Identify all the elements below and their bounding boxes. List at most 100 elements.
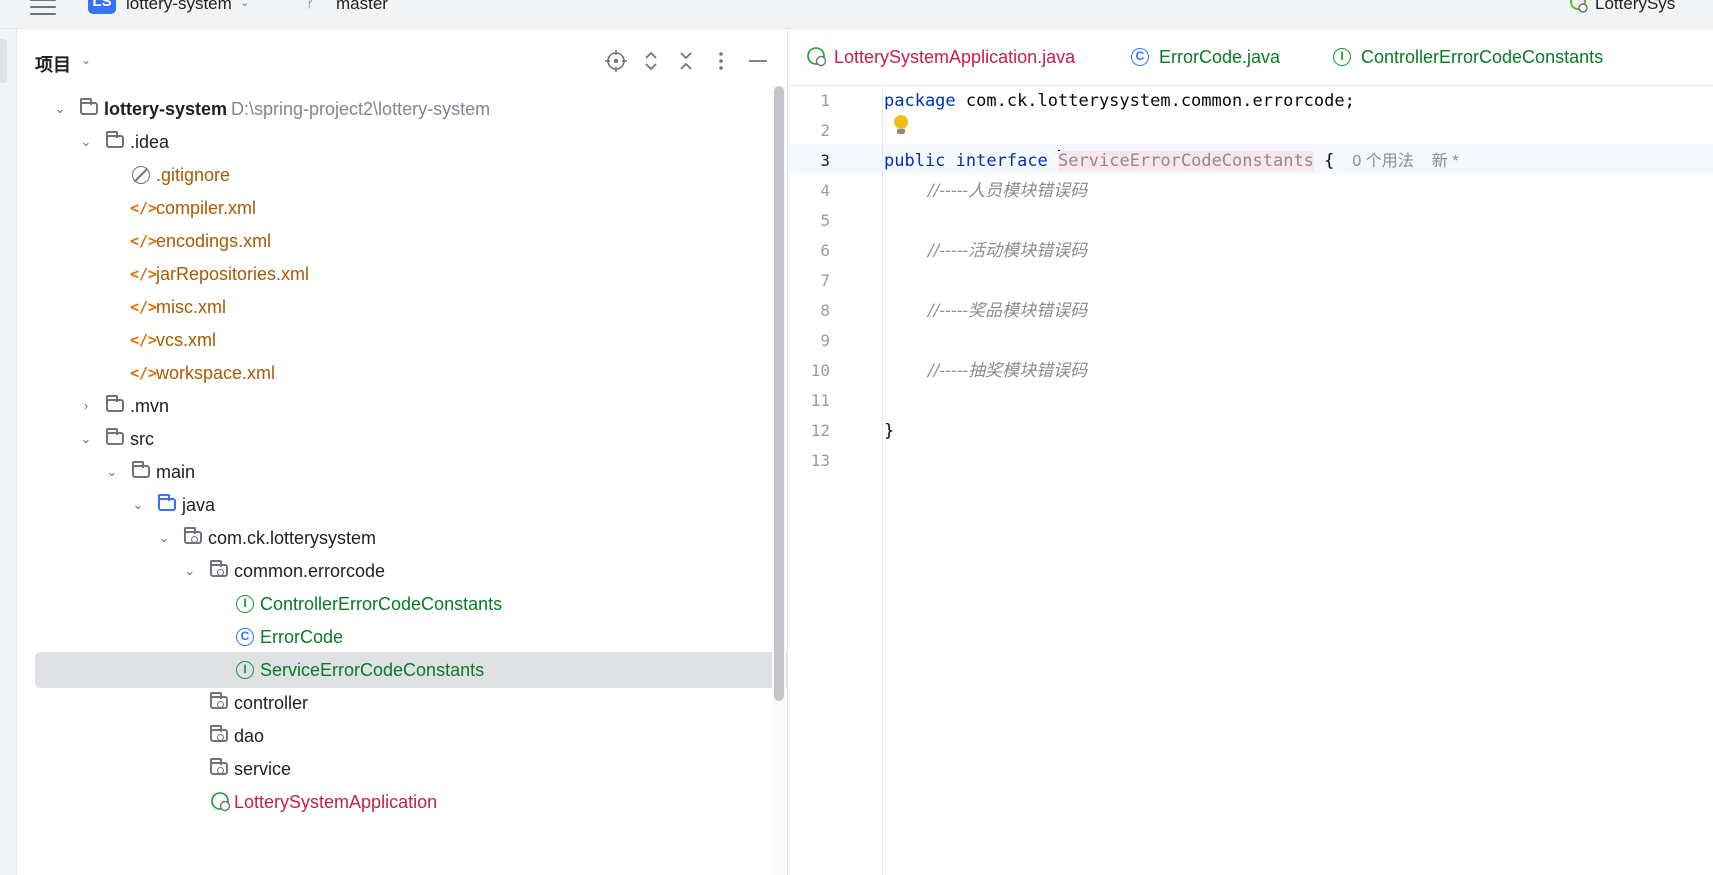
chevron-down-icon[interactable]: ⌄ bbox=[78, 421, 94, 457]
tab-label: ErrorCode.java bbox=[1159, 47, 1281, 67]
line-number: 4 bbox=[820, 181, 830, 200]
tree-item-label: main bbox=[156, 462, 196, 482]
package-icon bbox=[210, 725, 228, 742]
folder-icon bbox=[106, 428, 124, 445]
xml-file-icon: </> bbox=[130, 265, 158, 283]
chevron-down-icon[interactable]: ⌄ bbox=[81, 53, 91, 67]
tree-item-compiler-xml[interactable]: </> compiler.xml bbox=[34, 190, 860, 226]
chevron-down-icon[interactable]: ⌄ bbox=[52, 91, 68, 127]
more-options-icon[interactable] bbox=[707, 47, 735, 75]
editor-tabs: LotterySystemApplication.java C ErrorCod… bbox=[788, 29, 1713, 86]
tree-item-label: dao bbox=[234, 726, 265, 746]
package-icon bbox=[210, 692, 228, 709]
line-number-gutter[interactable]: 1 2 3 4 5 6 7 8 9 10 11 12 13 bbox=[788, 86, 883, 875]
panel-title[interactable]: 项目 bbox=[35, 51, 71, 77]
tree-item-label: com.ck.lotterysystem bbox=[208, 528, 377, 548]
code-line-1[interactable]: package com.ck.lotterysystem.common.erro… bbox=[884, 86, 1355, 116]
tree-item-root[interactable]: ⌄ lottery-system D:\spring-project2\lott… bbox=[34, 91, 860, 127]
chevron-down-icon[interactable]: ⌄ bbox=[372, 0, 381, 9]
code-text: { bbox=[1313, 151, 1335, 171]
tree-item-label: misc.xml bbox=[156, 297, 226, 317]
code-line-6[interactable]: //-----活动模块错误码 bbox=[928, 236, 1087, 266]
tree-item-package[interactable]: ⌄ com.ck.lotterysystem bbox=[34, 520, 860, 556]
code-line-4[interactable]: //-----人员模块错误码 bbox=[928, 176, 1087, 206]
scrollbar-thumb[interactable] bbox=[774, 86, 784, 701]
package-icon bbox=[210, 758, 228, 775]
tree-item-label: ServiceErrorCodeConstants bbox=[260, 660, 485, 680]
tree-item-label: controller bbox=[234, 693, 309, 713]
chevron-right-icon[interactable]: › bbox=[78, 388, 94, 424]
tree-item-encodings-xml[interactable]: </> encodings.xml bbox=[34, 223, 860, 259]
tree-item-src[interactable]: ⌄ src bbox=[34, 421, 860, 457]
code-line-3[interactable]: public interface ServiceErrorCodeConstan… bbox=[884, 146, 1458, 176]
project-name[interactable]: lottery-system bbox=[126, 0, 232, 14]
usages-hint[interactable]: 0 个用法 bbox=[1352, 153, 1413, 170]
chevron-down-icon[interactable]: ⌄ bbox=[240, 0, 249, 9]
chevron-down-icon[interactable]: ⌄ bbox=[182, 553, 198, 589]
tool-window-strip bbox=[0, 29, 17, 875]
xml-file-icon: </> bbox=[130, 232, 158, 250]
project-tool-tab[interactable] bbox=[0, 39, 7, 83]
class-icon: C bbox=[1131, 48, 1149, 66]
tree-item-controller[interactable]: controller bbox=[34, 685, 860, 721]
xml-file-icon: </> bbox=[130, 298, 158, 316]
tree-item-error-code[interactable]: C ErrorCode bbox=[34, 619, 860, 655]
chevron-down-icon[interactable]: ⌄ bbox=[78, 124, 94, 160]
tree-item-label: service bbox=[234, 759, 292, 779]
tree-item-errorcode-package[interactable]: ⌄ common.errorcode bbox=[34, 553, 860, 589]
branch-icon[interactable]: ᚹ bbox=[306, 0, 315, 11]
tree-item-label: compiler.xml bbox=[156, 198, 257, 218]
tree-item-dao[interactable]: dao bbox=[34, 718, 860, 754]
interface-name: ServiceErrorCodeConstants bbox=[1058, 151, 1314, 171]
author-hint[interactable]: 新 * bbox=[1432, 153, 1459, 170]
comment: //-----奖品模块错误码 bbox=[928, 301, 1088, 321]
tree-item-idea[interactable]: ⌄ .idea bbox=[34, 124, 860, 160]
tree-item-workspace-xml[interactable]: </> workspace.xml bbox=[34, 355, 860, 391]
class-icon: C bbox=[236, 628, 254, 646]
editor-area: LotterySystemApplication.java C ErrorCod… bbox=[788, 29, 1713, 875]
xml-file-icon: </> bbox=[130, 199, 158, 217]
tree-item-label: jarRepositories.xml bbox=[156, 264, 310, 284]
project-scrollbar[interactable] bbox=[772, 86, 786, 875]
tree-item-jarrepositories-xml[interactable]: </> jarRepositories.xml bbox=[34, 256, 860, 292]
collapse-all-icon[interactable] bbox=[672, 47, 700, 75]
project-badge[interactable]: LS bbox=[88, 0, 116, 14]
chevron-down-icon[interactable]: ⌄ bbox=[130, 487, 146, 523]
hide-panel-icon[interactable] bbox=[744, 47, 772, 75]
line-number: 10 bbox=[810, 361, 830, 380]
chevron-down-icon[interactable]: ⌄ bbox=[156, 520, 172, 556]
interface-icon: I bbox=[236, 595, 254, 613]
code-line-8[interactable]: //-----奖品模块错误码 bbox=[928, 296, 1087, 326]
locate-icon[interactable] bbox=[602, 47, 630, 75]
chevron-down-icon[interactable]: ⌄ bbox=[104, 454, 120, 490]
main-menu-icon[interactable] bbox=[30, 0, 56, 16]
line-number: 8 bbox=[820, 301, 830, 320]
code-line-10[interactable]: //-----抽奖模块错误码 bbox=[928, 356, 1087, 386]
folder-icon bbox=[106, 131, 124, 148]
run-configuration[interactable]: LotterySys bbox=[1595, 0, 1675, 14]
tree-item-service[interactable]: service bbox=[34, 751, 860, 787]
comment: //-----活动模块错误码 bbox=[928, 241, 1088, 261]
tree-item-vcs-xml[interactable]: </> vcs.xml bbox=[34, 322, 860, 358]
interface-icon: I bbox=[236, 661, 254, 679]
code-line-12[interactable]: } bbox=[884, 416, 894, 446]
expand-all-icon[interactable] bbox=[637, 47, 665, 75]
tree-item-mvn[interactable]: › .mvn bbox=[34, 388, 860, 424]
tree-item-label: .gitignore bbox=[156, 165, 231, 185]
tree-item-service-error-code-constants[interactable]: I ServiceErrorCodeConstants bbox=[35, 652, 860, 688]
title-bar: LS lottery-system ⌄ ᚹ master ⌄ LotterySy… bbox=[0, 0, 1713, 29]
tree-item-main[interactable]: ⌄ main bbox=[34, 454, 860, 490]
tree-item-gitignore[interactable]: .gitignore bbox=[34, 157, 860, 193]
tree-item-java[interactable]: ⌄ java bbox=[34, 487, 860, 523]
keyword: interface bbox=[955, 151, 1048, 171]
tree-item-misc-xml[interactable]: </> misc.xml bbox=[34, 289, 860, 325]
tree-item-label: common.errorcode bbox=[234, 561, 386, 581]
tab-label: ControllerErrorCodeConstants bbox=[1361, 47, 1604, 67]
line-number: 7 bbox=[820, 271, 830, 290]
tree-item-label: lottery-system bbox=[104, 99, 228, 119]
tree-item-lottery-system-application[interactable]: LotterySystemApplication bbox=[34, 784, 860, 820]
tree-item-controller-error-code-constants[interactable]: I ControllerErrorCodeConstants bbox=[34, 586, 860, 622]
package-icon bbox=[210, 560, 228, 577]
lightbulb-icon[interactable] bbox=[894, 115, 908, 134]
line-number: 13 bbox=[810, 451, 830, 470]
